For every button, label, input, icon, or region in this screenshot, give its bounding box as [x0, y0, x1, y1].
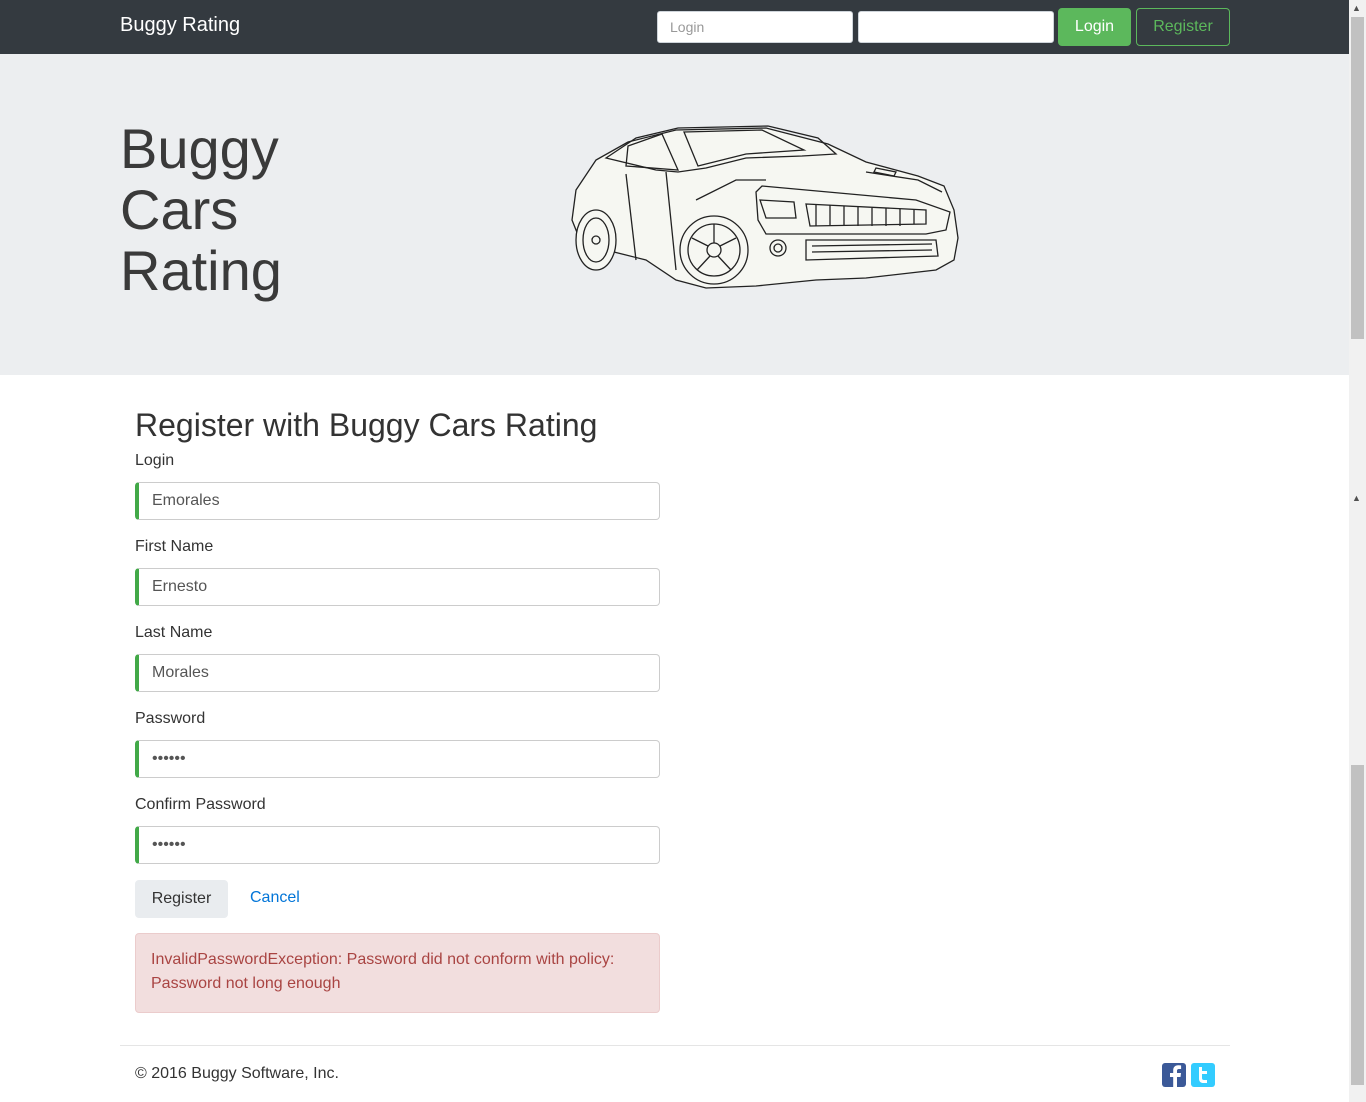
login-field[interactable] [135, 482, 660, 520]
confirm-password-label: Confirm Password [135, 796, 266, 813]
scroll-up-icon[interactable]: ▲ [1352, 3, 1361, 13]
hero-banner: Buggy Cars Rating [0, 54, 1349, 375]
hero-title-line: Cars [120, 178, 239, 241]
twitter-icon[interactable] [1191, 1063, 1215, 1087]
form-title: Register with Buggy Cars Rating [135, 407, 598, 443]
page-scrollbar[interactable]: ▲ ▲ [1349, 0, 1366, 1102]
top-navbar: Buggy Rating Login Register [0, 0, 1349, 54]
first-name-label: First Name [135, 538, 214, 555]
error-message-line: Password not long enough [151, 975, 341, 992]
register-nav-button[interactable]: Register [1136, 8, 1230, 46]
password-field[interactable] [135, 740, 660, 778]
error-alert: InvalidPasswordException: Password did n… [135, 933, 660, 1013]
hero-title-line: Rating [120, 239, 282, 302]
hero-title: Buggy Cars Rating [120, 118, 380, 301]
register-submit-button[interactable]: Register [135, 880, 228, 918]
facebook-glyph [1170, 1065, 1182, 1087]
footer-divider [120, 1045, 1230, 1046]
confirm-password-field[interactable] [135, 826, 660, 864]
scrollbar-thumb[interactable] [1351, 17, 1364, 339]
scrollbar-lower-track [1351, 765, 1364, 1085]
last-name-field[interactable] [135, 654, 660, 692]
last-name-label: Last Name [135, 624, 213, 641]
facebook-icon[interactable] [1162, 1063, 1186, 1087]
nav-login-input[interactable] [657, 11, 853, 43]
login-button[interactable]: Login [1058, 8, 1131, 46]
footer-copyright: © 2016 Buggy Software, Inc. [135, 1065, 339, 1082]
brand-link[interactable]: Buggy Rating [120, 14, 240, 37]
cancel-link[interactable]: Cancel [250, 889, 300, 907]
login-label: Login [135, 452, 175, 469]
error-message-line: InvalidPasswordException: Password did n… [151, 951, 615, 968]
scroll-mid-icon: ▲ [1352, 493, 1361, 503]
car-illustration [571, 125, 959, 289]
nav-password-input[interactable] [858, 11, 1054, 43]
first-name-field[interactable] [135, 568, 660, 606]
twitter-glyph [1199, 1067, 1207, 1083]
password-label: Password [135, 710, 206, 727]
hero-title-line: Buggy [120, 117, 279, 180]
